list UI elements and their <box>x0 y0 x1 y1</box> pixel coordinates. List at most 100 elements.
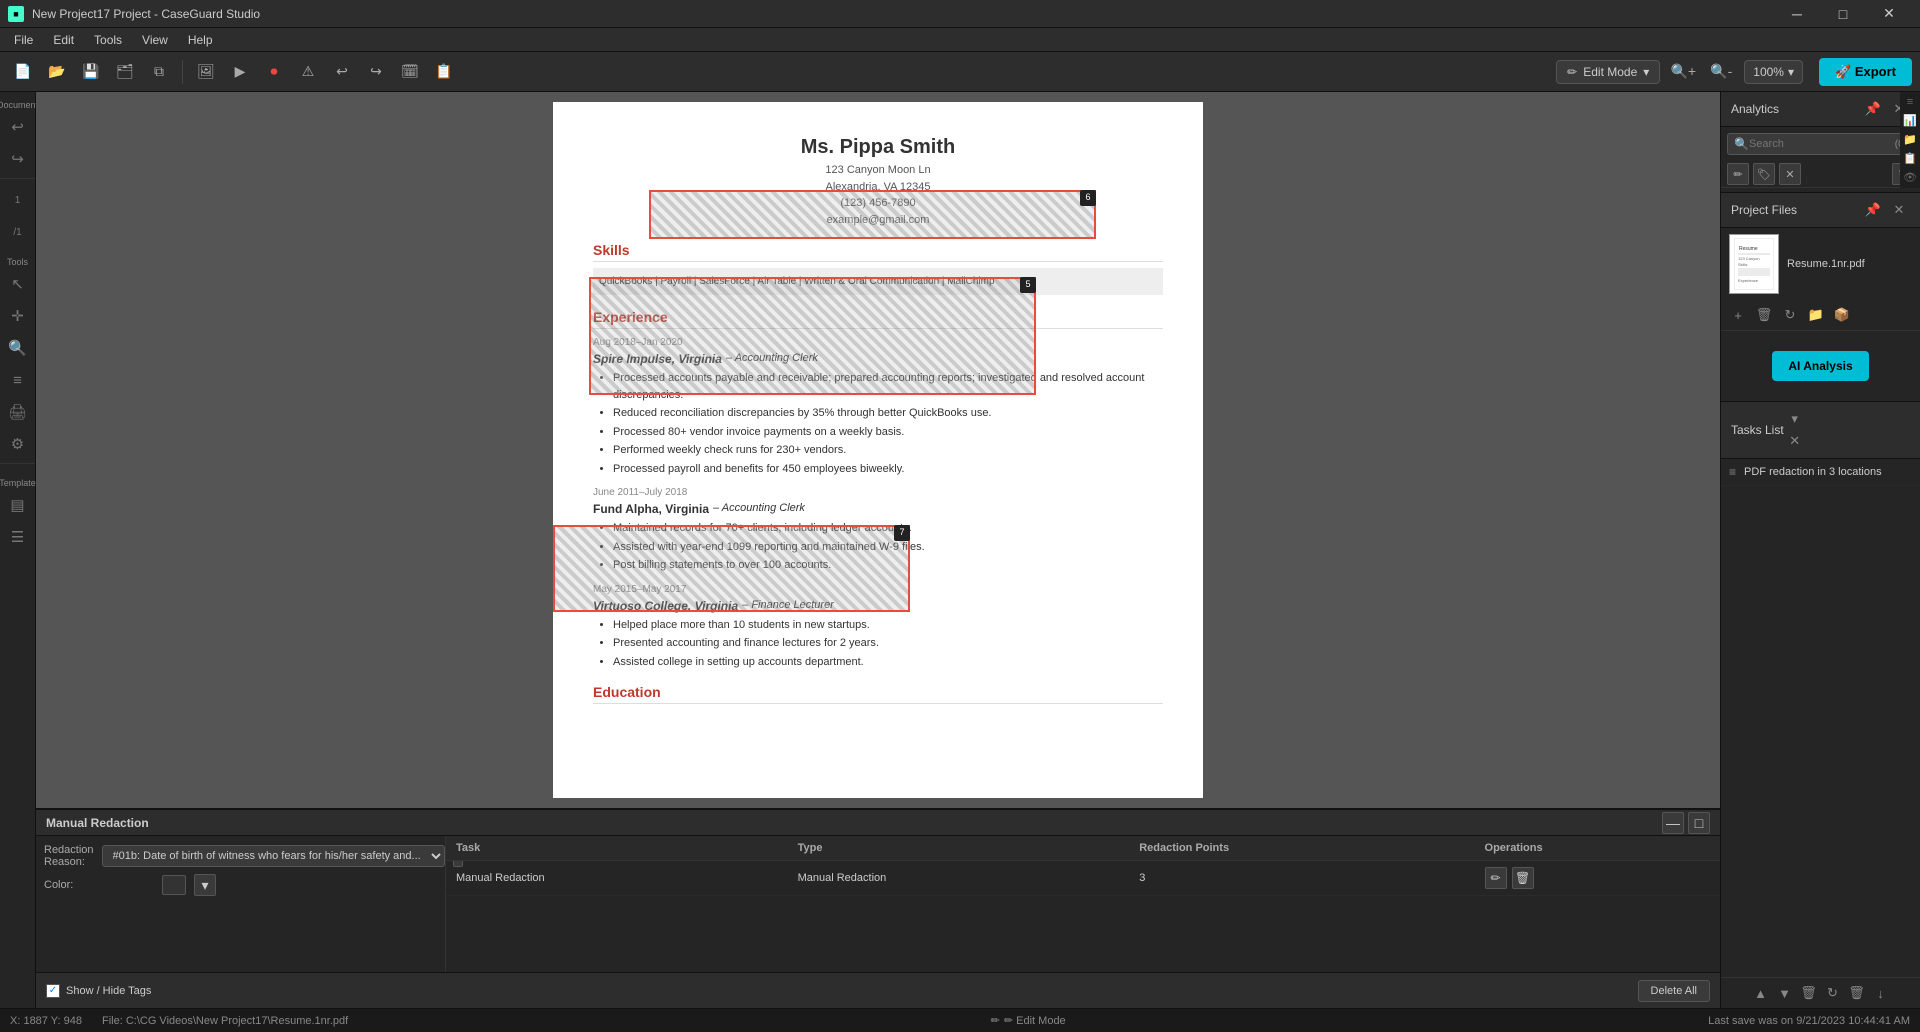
right-icon-3[interactable]: 📁 <box>1903 133 1917 146</box>
show-tags-toggle[interactable]: ✓ Show / Hide Tags <box>46 984 151 998</box>
delete-button[interactable]: 🗑 <box>1512 867 1534 889</box>
export-button[interactable]: 🚀 Export <box>1819 58 1912 86</box>
zoom-level[interactable]: 100% ▾ <box>1744 60 1803 84</box>
search-tag-icon[interactable]: 🏷 <box>1753 163 1775 185</box>
open-button[interactable]: 📂 <box>42 58 72 86</box>
resume-name: Ms. Pippa Smith <box>593 132 1163 162</box>
cursor-icon[interactable]: ↖ <box>3 269 33 299</box>
nav-up-icon[interactable]: ▲ <box>1750 982 1772 1004</box>
nav-delete-icon[interactable]: 🗑 <box>1798 982 1820 1004</box>
window-controls[interactable]: ─ □ ✕ <box>1774 0 1912 28</box>
redo-button[interactable]: ↪ <box>361 58 391 86</box>
zoom-out-button[interactable]: 🔍- <box>1706 58 1736 86</box>
tasks-controls[interactable]: ▾ ✕ <box>1784 408 1806 452</box>
file-archive-icon[interactable]: 📦 <box>1831 304 1853 326</box>
color-swatch[interactable] <box>162 875 186 895</box>
ai-analysis-button[interactable]: AI Analysis <box>1772 351 1868 381</box>
project-files-title: Project Files <box>1731 203 1797 217</box>
resume-page: 6 5 7 Ms. Pippa Smith 123 Canyon Moon Ln… <box>553 102 1203 798</box>
template-label: Template <box>0 478 36 488</box>
coordinates: X: 1887 Y: 948 <box>10 1015 82 1027</box>
file-folder-icon[interactable]: 📁 <box>1805 304 1827 326</box>
resume-address: 123 Canyon Moon Ln <box>593 162 1163 179</box>
zoom-in-button[interactable]: 🔍+ <box>1668 58 1698 86</box>
record-button[interactable]: ⏺ <box>259 58 289 86</box>
reason-select[interactable]: #01b: Date of birth of witness who fears… <box>102 845 445 867</box>
new-button[interactable]: 📄 <box>8 58 38 86</box>
print-icon[interactable]: 🖨 <box>3 397 33 427</box>
nav-trash-icon[interactable]: 🗑 <box>1846 982 1868 1004</box>
settings-icon[interactable]: ⚙ <box>3 429 33 459</box>
redaction-settings: Redaction Reason: #01b: Date of birth of… <box>36 836 446 972</box>
document-scroll[interactable]: 6 5 7 Ms. Pippa Smith 123 Canyon Moon Ln… <box>36 92 1720 808</box>
doc-button[interactable]: 📋 <box>429 58 459 86</box>
right-icon-4[interactable]: 📋 <box>1903 152 1917 165</box>
expand-button[interactable]: □ <box>1688 812 1710 834</box>
tasks-collapse-icon[interactable]: ▾ <box>1784 408 1806 430</box>
right-mini-icons: ≡ 📊 📁 📋 👁 <box>1900 92 1920 188</box>
bottom-panel-controls[interactable]: — □ <box>1662 812 1710 834</box>
undo-icon[interactable]: ↩ <box>3 112 33 142</box>
project-files-pin-icon[interactable]: 📌 <box>1862 199 1884 221</box>
edit-mode-toggle[interactable]: ✏ Edit Mode ▾ <box>1556 60 1660 84</box>
separator <box>182 60 183 84</box>
zoom-icon[interactable]: 🔍 <box>3 333 33 363</box>
chevron-icon: ▾ <box>1643 65 1649 79</box>
document-area: 6 5 7 Ms. Pippa Smith 123 Canyon Moon Ln… <box>36 92 1720 1008</box>
file-delete-icon[interactable]: 🗑 <box>1753 304 1775 326</box>
template-icon[interactable]: ▤ <box>3 490 33 520</box>
list-icon[interactable]: ☰ <box>3 522 33 552</box>
redo-icon[interactable]: ↪ <box>3 144 33 174</box>
crosshair-icon[interactable]: ✛ <box>3 301 33 331</box>
calendar-button[interactable]: 🗓 <box>395 58 425 86</box>
nav-refresh-icon[interactable]: ↻ <box>1822 982 1844 1004</box>
edit-button[interactable]: ✏ <box>1485 867 1507 889</box>
menu-view[interactable]: View <box>132 31 178 49</box>
job2-company: Fund Alpha, Virginia <box>593 500 709 518</box>
file-add-icon[interactable]: + <box>1727 304 1749 326</box>
search-edit-icon[interactable]: ✏ <box>1727 163 1749 185</box>
menu-edit[interactable]: Edit <box>43 31 84 49</box>
video-button[interactable]: ▶ <box>225 58 255 86</box>
education-title: Education <box>593 682 1163 704</box>
collapse-button[interactable]: — <box>1662 812 1684 834</box>
alert-button[interactable]: ⚠ <box>293 58 323 86</box>
analytics-pin-icon[interactable]: 📌 <box>1862 98 1884 120</box>
search-box[interactable]: 🔍 (0) <box>1727 133 1914 155</box>
layers-icon[interactable]: ≡ <box>3 365 33 395</box>
menu-help[interactable]: Help <box>178 31 223 49</box>
tasks-header: Tasks List ▾ ✕ <box>1721 401 1920 459</box>
col-ops: Operations <box>1475 836 1720 861</box>
right-icon-5[interactable]: 👁 <box>1903 171 1917 184</box>
maximize-button[interactable]: □ <box>1820 0 1866 28</box>
undo-button[interactable]: ↩ <box>327 58 357 86</box>
show-tags-checkbox[interactable]: ✓ <box>46 984 60 998</box>
menu-tools[interactable]: Tools <box>84 31 132 49</box>
svg-text:Experience: Experience <box>1738 278 1759 283</box>
save-button[interactable]: 💾 <box>76 58 106 86</box>
document-section: Document ↩ ↪ <box>0 96 35 179</box>
minimize-button[interactable]: ─ <box>1774 0 1820 28</box>
color-picker-button[interactable]: ▾ <box>194 874 216 896</box>
save-as-button[interactable]: 🗂 <box>110 58 140 86</box>
right-icon-1[interactable]: ≡ <box>1907 96 1913 108</box>
delete-all-button[interactable]: Delete All <box>1638 980 1710 1002</box>
file-refresh-icon[interactable]: ↻ <box>1779 304 1801 326</box>
file-item[interactable]: Resume 123 Canyon Skills Experience Resu… <box>1721 228 1920 300</box>
redact-box-job3: 7 <box>553 525 910 612</box>
image-button[interactable]: 🖼 <box>191 58 221 86</box>
duplicate-button[interactable]: ⧉ <box>144 58 174 86</box>
menu-file[interactable]: File <box>4 31 43 49</box>
project-files-close-icon[interactable]: ✕ <box>1888 199 1910 221</box>
search-delete-icon[interactable]: ✕ <box>1779 163 1801 185</box>
tasks-close-icon[interactable]: ✕ <box>1784 430 1806 452</box>
toolbar: 📄 📂 💾 🗂 ⧉ 🖼 ▶ ⏺ ⚠ ↩ ↪ 🗓 📋 ✏ Edit Mode ▾ … <box>0 52 1920 92</box>
project-files-controls[interactable]: 📌 ✕ <box>1862 199 1910 221</box>
bottom-panel-title: Manual Redaction <box>46 816 149 830</box>
nav-download-icon[interactable]: ↓ <box>1870 982 1892 1004</box>
nav-down-icon[interactable]: ▼ <box>1774 982 1796 1004</box>
right-icon-2[interactable]: 📊 <box>1903 114 1917 127</box>
close-button[interactable]: ✕ <box>1866 0 1912 28</box>
search-input[interactable] <box>1749 138 1895 150</box>
search-tools: ✏ 🏷 ✕ ↻ <box>1721 161 1920 188</box>
